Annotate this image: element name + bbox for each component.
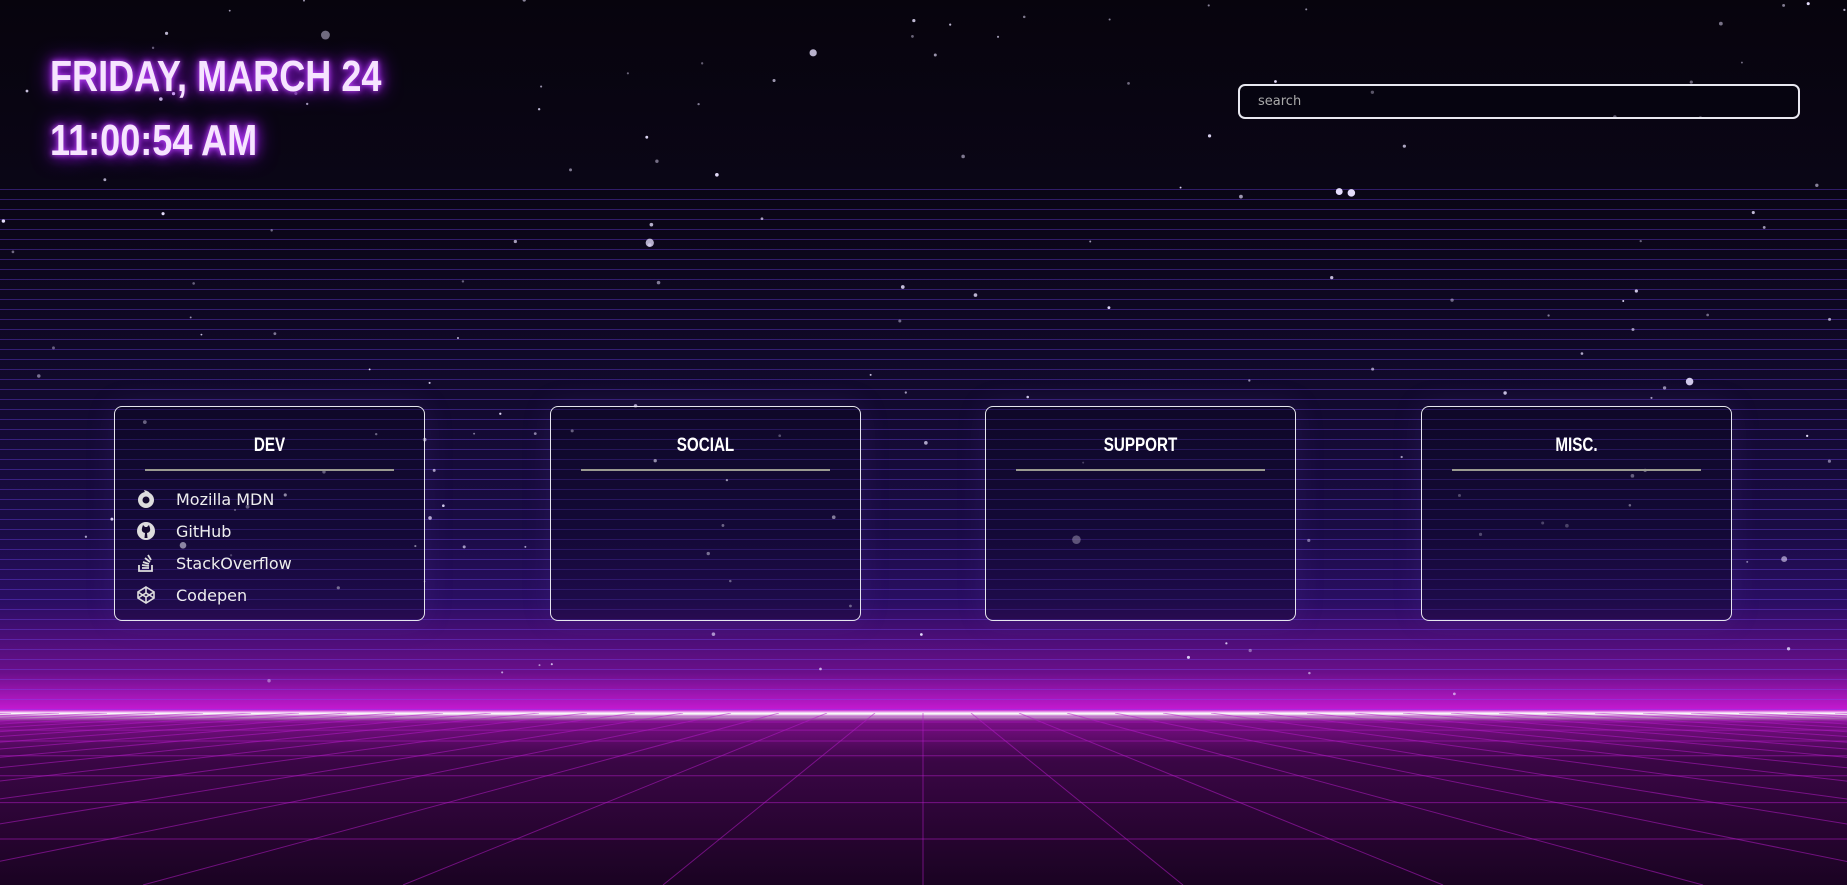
category-card-support: SUPPORT xyxy=(985,406,1296,621)
divider xyxy=(1016,469,1265,471)
divider xyxy=(145,469,394,471)
time-display: 11:00:54 AM xyxy=(50,116,258,165)
link-codepen[interactable]: Codepen xyxy=(135,579,424,611)
perspective-grid xyxy=(0,713,1847,885)
category-card-social: SOCIAL xyxy=(550,406,861,621)
card-title: SOCIAL xyxy=(676,435,735,456)
firefox-icon xyxy=(135,488,157,510)
date-display: FRIDAY, MARCH 24 xyxy=(50,52,382,101)
clock: FRIDAY, MARCH 24 11:00:54 AM xyxy=(50,52,381,166)
divider xyxy=(1452,469,1701,471)
card-title: MISC. xyxy=(1555,435,1598,456)
codepen-icon xyxy=(135,584,157,606)
divider xyxy=(581,469,830,471)
stackoverflow-icon xyxy=(135,552,157,574)
link-label: GitHub xyxy=(176,521,232,541)
category-card-misc: MISC. xyxy=(1421,406,1732,621)
link-label: Codepen xyxy=(176,585,248,605)
link-label: StackOverflow xyxy=(176,553,292,573)
link-mozilla-mdn[interactable]: Mozilla MDN xyxy=(135,483,424,515)
search-input[interactable] xyxy=(1238,84,1800,119)
link-label: Mozilla MDN xyxy=(176,489,275,509)
link-stackoverflow[interactable]: StackOverflow xyxy=(135,547,424,579)
category-card-dev: DEV Mozilla MDN GitHub StackOverflow Cod… xyxy=(114,406,425,621)
card-title: SUPPORT xyxy=(1103,435,1178,456)
link-github[interactable]: GitHub xyxy=(135,515,424,547)
card-title: DEV xyxy=(253,435,286,456)
github-icon xyxy=(135,520,157,542)
